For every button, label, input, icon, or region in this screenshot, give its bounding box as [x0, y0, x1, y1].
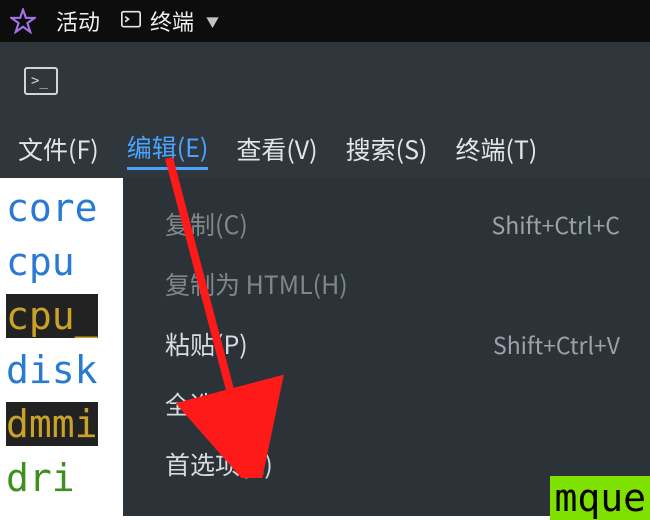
terminal-small-icon: [120, 5, 142, 37]
menu-copy-shortcut: Shift+Ctrl+C: [492, 207, 620, 241]
activities-label[interactable]: 活动: [56, 5, 100, 37]
gnome-topbar: 活动 终端 ▼: [0, 0, 650, 42]
menu-select-all-label: 全选(A): [165, 386, 247, 422]
menu-paste-shortcut: Shift+Ctrl+V: [493, 327, 620, 361]
app-name: 终端: [150, 5, 194, 37]
edit-menu-dropdown: 复制(C) Shift+Ctrl+C 复制为 HTML(H) 粘贴(P) Shi…: [123, 178, 650, 516]
menu-paste-label: 粘贴(P): [165, 326, 248, 362]
menu-copy: 复制(C) Shift+Ctrl+C: [123, 194, 650, 254]
menubar: 文件(F) 编辑(E) 查看(V) 搜索(S) 终端(T): [0, 120, 650, 178]
menu-terminal[interactable]: 终端(T): [455, 131, 537, 167]
menu-file[interactable]: 文件(F): [18, 131, 99, 167]
menu-search[interactable]: 搜索(S): [346, 131, 428, 167]
menu-edit[interactable]: 编辑(E): [127, 129, 209, 170]
menu-paste[interactable]: 粘贴(P) Shift+Ctrl+V: [123, 314, 650, 374]
menu-copy-html: 复制为 HTML(H): [123, 254, 650, 314]
window-titlebar: >_: [0, 42, 650, 120]
term-line: dri: [6, 456, 75, 500]
app-indicator[interactable]: 终端 ▼: [120, 5, 219, 37]
term-line: core: [6, 186, 98, 230]
term-line: cpu: [6, 240, 75, 284]
menu-preferences-label: 首选项(R): [165, 446, 273, 482]
terminal-icon: >_: [24, 67, 58, 95]
chevron-down-icon: ▼: [206, 12, 219, 31]
menu-copy-label: 复制(C): [165, 206, 248, 242]
term-line: disk: [6, 348, 98, 392]
term-line: cpu_: [6, 294, 98, 338]
term-fragment: mque: [550, 476, 650, 520]
activities-icon: [10, 8, 36, 34]
menu-select-all[interactable]: 全选(A): [123, 374, 650, 434]
term-line: dmmi: [6, 402, 98, 446]
menu-view[interactable]: 查看(V): [236, 131, 317, 167]
menu-copy-html-label: 复制为 HTML(H): [165, 266, 348, 302]
